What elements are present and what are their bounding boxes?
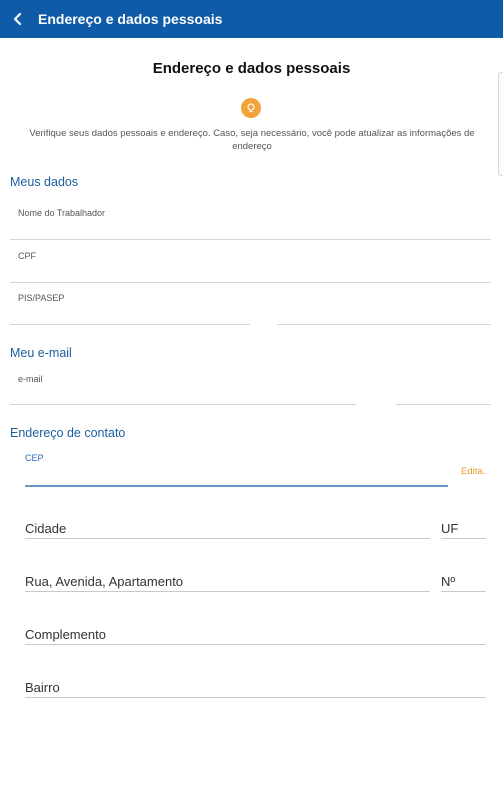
rua-field[interactable]: Rua, Avenida, Apartamento <box>25 574 183 589</box>
nome-divider <box>10 239 491 240</box>
pis-divider-right <box>277 324 491 325</box>
edit-address-link[interactable]: Edita. <box>461 466 485 477</box>
cep-input[interactable] <box>25 485 448 487</box>
nome-label: Nome do Trabalhador <box>18 208 106 218</box>
bairro-field[interactable]: Bairro <box>25 680 60 695</box>
email-divider-1 <box>10 404 160 405</box>
section-title-endereco: Endereço de contato <box>10 426 126 440</box>
email-divider-2 <box>160 404 356 405</box>
back-button[interactable] <box>0 0 36 38</box>
appbar-title: Endereço e dados pessoais <box>38 11 223 27</box>
section-title-email: Meu e-mail <box>10 346 72 360</box>
uf-underline <box>441 538 486 539</box>
cidade-field[interactable]: Cidade <box>25 521 66 536</box>
lightbulb-icon <box>241 98 261 118</box>
chevron-left-icon <box>13 12 22 26</box>
section-title-meus-dados: Meus dados <box>10 175 79 189</box>
intro-text: Verifique seus dados pessoais e endereço… <box>18 127 486 153</box>
numero-field[interactable]: Nº <box>441 574 455 589</box>
pis-label: PIS/PASEP <box>18 293 65 303</box>
rua-underline <box>25 591 430 592</box>
intro-line-2: endereço <box>232 141 272 152</box>
numero-underline <box>441 591 486 592</box>
cpf-divider <box>10 282 491 283</box>
cpf-label: CPF <box>18 251 36 261</box>
email-label: e-mail <box>18 374 43 384</box>
scroll-indicator[interactable] <box>498 72 503 176</box>
bairro-underline <box>25 697 486 698</box>
cidade-underline <box>25 538 430 539</box>
uf-field[interactable]: UF <box>441 521 458 536</box>
page-title: Endereço e dados pessoais <box>152 60 351 77</box>
complemento-underline <box>25 644 486 645</box>
app-bar: Endereço e dados pessoais <box>0 0 503 38</box>
email-divider-3 <box>396 404 491 405</box>
cep-label: CEP <box>25 453 44 463</box>
intro-line-1: Verifique seus dados pessoais e endereço… <box>29 128 475 139</box>
pis-divider-left <box>10 324 250 325</box>
complemento-field[interactable]: Complemento <box>25 627 106 642</box>
